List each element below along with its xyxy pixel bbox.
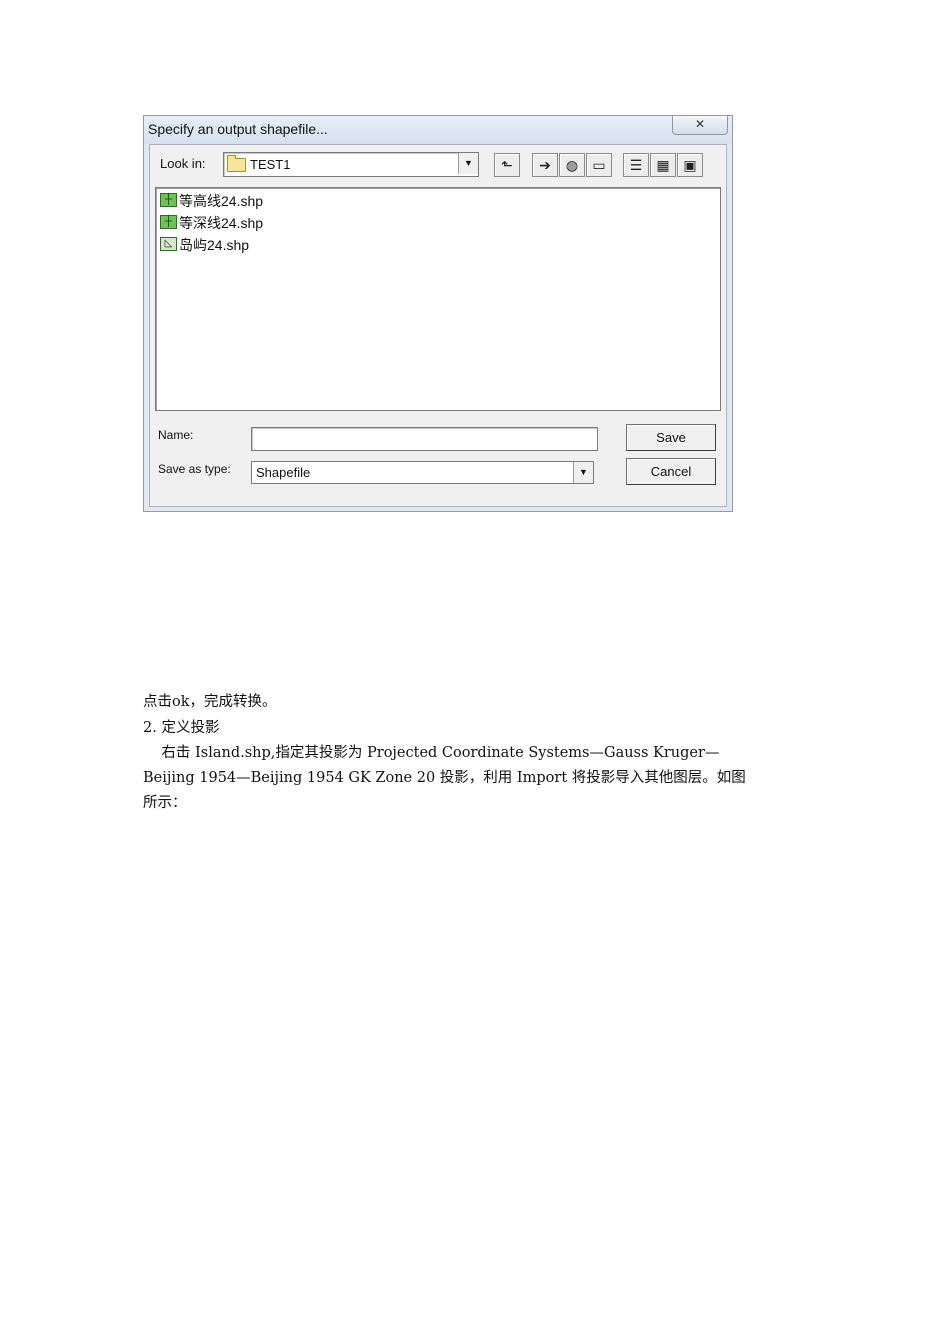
connect-icon[interactable]: ◍: [559, 153, 585, 177]
paragraph-line: 右击 Island.shp,指定其投影为 Projected Coordinat…: [143, 745, 720, 761]
close-button[interactable]: ✕: [672, 116, 728, 135]
polygon-shapefile-icon: ◺: [160, 237, 177, 251]
chevron-down-icon[interactable]: ▼: [573, 462, 593, 483]
list-view-icon[interactable]: ☰: [623, 153, 649, 177]
save-as-type-value: Shapefile: [256, 465, 311, 480]
details-view-icon[interactable]: ▦: [650, 153, 676, 177]
dialog-title: Specify an output shapefile...: [148, 121, 328, 137]
name-field[interactable]: [251, 427, 598, 451]
look-in-label: Look in:: [160, 156, 206, 171]
dialog-titlebar: Specify an output shapefile... ✕: [144, 116, 732, 144]
thumbnails-view-icon[interactable]: ▣: [677, 153, 703, 177]
save-shapefile-dialog: Specify an output shapefile... ✕ Look in…: [143, 115, 733, 512]
up-folder-icon[interactable]: ⬑: [494, 153, 520, 177]
paragraph-line: Beijing 1954—Beijing 1954 GK Zone 20 投影，…: [143, 770, 746, 786]
save-as-type-dropdown[interactable]: Shapefile ▼: [251, 461, 594, 484]
add-data-icon[interactable]: ➔: [532, 153, 558, 177]
paragraph-line: 所示：: [143, 795, 187, 811]
paragraph-line: 点击ok，完成转换。: [143, 694, 277, 710]
close-icon: ✕: [694, 117, 706, 131]
chevron-down-icon[interactable]: ▼: [458, 153, 478, 174]
file-name: 等高线24.shp: [179, 193, 264, 209]
dialog-client-area: Look in: TEST1 ▼ ⬑ ➔ ◍ ▭ ☰ ▦ ▣ ┼ 等高线24.s…: [149, 144, 727, 507]
file-name: 岛屿24.shp: [179, 237, 250, 253]
cancel-button[interactable]: Cancel: [626, 458, 716, 485]
folder-icon: [227, 155, 246, 172]
save-button[interactable]: Save: [626, 424, 716, 451]
file-list[interactable]: ┼ 等高线24.shp ┼ 等深线24.shp ◺ 岛屿24.shp: [155, 187, 721, 411]
name-label: Name:: [158, 428, 194, 442]
polyline-shapefile-icon: ┼: [160, 193, 177, 207]
section-heading: 2. 定义投影: [143, 720, 220, 736]
look-in-value: TEST1: [250, 157, 291, 172]
new-folder-icon[interactable]: ▭: [586, 153, 612, 177]
save-as-type-label: Save as type:: [158, 462, 231, 476]
file-name: 等深线24.shp: [179, 215, 264, 231]
look-in-dropdown[interactable]: TEST1 ▼: [223, 152, 479, 177]
polyline-shapefile-icon: ┼: [160, 215, 177, 229]
